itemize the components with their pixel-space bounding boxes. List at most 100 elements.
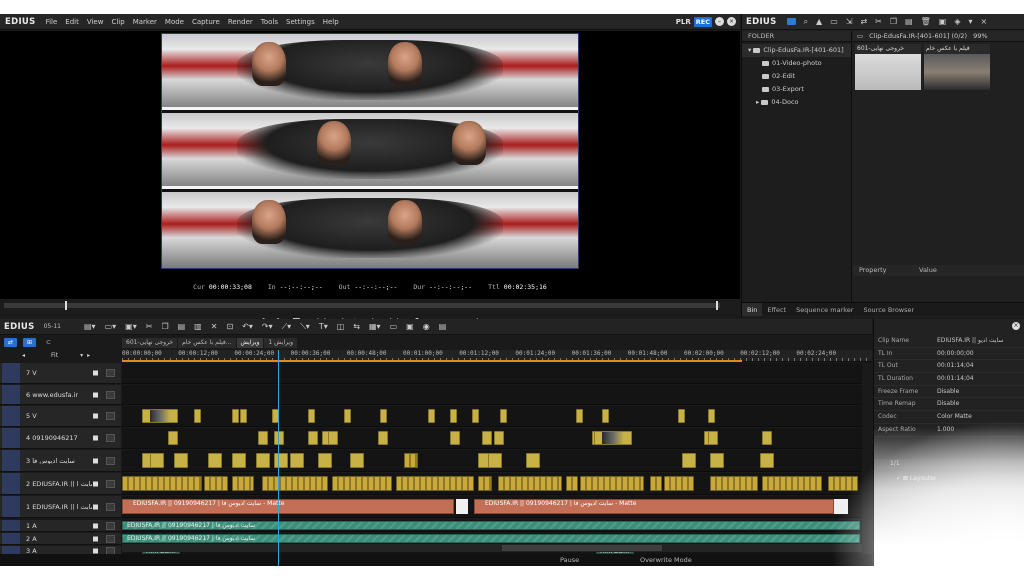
timeline-playhead[interactable] — [278, 350, 279, 566]
track-patch[interactable] — [2, 496, 20, 517]
timeline-clip[interactable] — [482, 430, 492, 446]
track-lock-icon[interactable] — [106, 434, 115, 442]
record-icon[interactable]: ◉ — [423, 322, 430, 331]
timeline-clip[interactable] — [380, 408, 387, 424]
track-lock-icon[interactable] — [106, 502, 115, 511]
timeline-clip[interactable] — [344, 408, 351, 424]
layout-icon[interactable]: ▭ — [390, 322, 398, 331]
mixer-icon[interactable]: ⟋▾ — [282, 322, 292, 332]
snap-icon[interactable]: ⟍▾ — [300, 322, 310, 332]
tree-item-root[interactable]: ▾ Clip-EdusFa.IR-[401-601] — [742, 44, 851, 57]
track-header[interactable]: 2 EDIUSFA.IR || سایت ا — [0, 473, 121, 495]
timeline-clip[interactable] — [274, 452, 288, 469]
timeline-clip[interactable] — [500, 408, 507, 424]
menu-view[interactable]: View — [83, 18, 108, 26]
track-patch[interactable] — [2, 450, 20, 471]
mode-toggle-icon[interactable]: ⇄ — [4, 338, 17, 347]
plr-toggle[interactable]: PLR — [676, 18, 691, 26]
timeline-clip[interactable] — [240, 408, 247, 424]
matte-clip[interactable]: EDIUSFA.IR || 09190946217 | سایت ادیوس ف… — [474, 499, 834, 514]
timeline-clip[interactable] — [664, 475, 694, 492]
folder-view-icon[interactable] — [786, 18, 796, 25]
ripple-icon[interactable]: ⊡ — [226, 322, 233, 331]
timeline-clip[interactable] — [580, 475, 644, 492]
sync-icon[interactable]: ⇆ — [353, 322, 360, 331]
timeline-clip[interactable] — [602, 408, 609, 424]
tab-source-browser[interactable]: Source Browser — [858, 303, 919, 316]
filter-icon[interactable]: ◈ — [954, 17, 960, 26]
track-body[interactable] — [122, 406, 862, 427]
info-close-icon[interactable]: × — [1012, 322, 1020, 330]
track-patch[interactable] — [2, 363, 20, 383]
audio-clip[interactable]: EDIUSFA.IR || 09190946217 | سایت ادیوس ف… — [122, 534, 860, 543]
track-body[interactable] — [122, 363, 862, 384]
sequence-icon[interactable]: ⇄ — [860, 17, 867, 26]
timeline-clip[interactable] — [122, 475, 202, 492]
timeline-clip[interactable] — [308, 408, 315, 424]
tab-sequence[interactable]: فیلم با عکس خام... — [178, 338, 236, 348]
menu-tools[interactable]: Tools — [257, 18, 282, 26]
replace-icon[interactable]: ▥ — [194, 322, 202, 331]
track-lock-icon[interactable] — [106, 521, 115, 530]
layouter-item[interactable]: ✓ ⊠ Layouter — [874, 473, 1024, 485]
menu-settings[interactable]: Settings — [282, 18, 319, 26]
paste-icon[interactable]: ▤ — [905, 17, 913, 26]
timeline-clip[interactable] — [204, 475, 228, 492]
tree-item-doco[interactable]: ▸ 04-Doco — [742, 96, 851, 109]
timeline-clip[interactable] — [710, 452, 724, 469]
matte-clip[interactable]: EDIUSFA.IR || 09190946217 | سایت ادیوس ف… — [122, 499, 454, 514]
tab-sequence[interactable]: ویرایش 1 — [264, 338, 297, 348]
track-patch[interactable] — [2, 533, 20, 544]
render-icon[interactable]: ▦▾ — [369, 322, 381, 331]
title-icon[interactable]: T▾ — [319, 322, 328, 331]
menu-capture[interactable]: Capture — [188, 18, 224, 26]
search-icon[interactable]: ⌕ — [804, 17, 808, 27]
bin-close-icon[interactable]: × — [981, 17, 988, 26]
copy-icon[interactable]: ❐ — [161, 322, 168, 331]
track-visibility-icon[interactable] — [93, 392, 98, 397]
timeline-clip[interactable] — [168, 430, 178, 446]
tab-sequence[interactable]: ویرایش — [236, 338, 264, 348]
tab-bin[interactable]: Bin — [742, 303, 763, 316]
timeline-clip[interactable] — [708, 430, 718, 446]
track-header[interactable]: 5 V — [0, 406, 121, 427]
timeline-clip[interactable] — [576, 408, 583, 424]
track-lock-icon[interactable] — [106, 390, 115, 399]
timeline-clip[interactable] — [708, 408, 715, 424]
link-icon[interactable]: ⊂ — [42, 338, 55, 347]
scrollbar-thumb[interactable] — [502, 545, 662, 551]
timeline-clip[interactable] — [450, 430, 460, 446]
delete-icon[interactable]: 🗑 — [921, 17, 931, 26]
timeline-clip[interactable] — [594, 430, 632, 446]
tab-sequence[interactable]: خروجی نهایی-601 — [122, 338, 178, 348]
menu-file[interactable]: File — [42, 18, 62, 26]
marker-icon[interactable]: ◫ — [337, 322, 345, 331]
player-scrub-bar[interactable] — [0, 299, 740, 311]
timeline-clip[interactable] — [494, 430, 504, 446]
track-body[interactable] — [122, 450, 862, 472]
timeline-clip[interactable] — [318, 452, 332, 469]
track-patch[interactable] — [2, 520, 20, 531]
track-lock-icon[interactable] — [106, 479, 115, 488]
timeline-clip[interactable] — [710, 475, 758, 492]
track-body[interactable]: EDIUSFA.IR || 09190946217 | سایت ادیوس ف… — [122, 520, 862, 532]
view-menu-icon[interactable]: ▾ — [968, 17, 972, 26]
timeline-clip[interactable] — [232, 408, 239, 424]
timeline-clip[interactable] — [404, 452, 418, 469]
menu-edit[interactable]: Edit — [61, 18, 83, 26]
timeline-clip[interactable] — [378, 430, 388, 446]
track-body[interactable] — [122, 385, 862, 405]
settings-icon[interactable]: ▤ — [439, 322, 447, 331]
timeline-clip[interactable] — [258, 430, 268, 446]
menu-mode[interactable]: Mode — [161, 18, 188, 26]
track-visibility-icon[interactable] — [93, 536, 98, 541]
tree-item-video-photo[interactable]: 01-Video-photo — [742, 57, 851, 70]
white-clip[interactable] — [834, 499, 848, 514]
properties-icon[interactable]: ▣ — [939, 17, 947, 26]
zoom-down-icon[interactable]: ▾ — [80, 352, 83, 359]
timeline-clip[interactable] — [762, 475, 822, 492]
track-body[interactable] — [122, 428, 862, 449]
track-lock-icon[interactable] — [106, 369, 115, 377]
timeline-clip[interactable] — [450, 408, 457, 424]
scrub-playhead[interactable] — [65, 301, 67, 310]
